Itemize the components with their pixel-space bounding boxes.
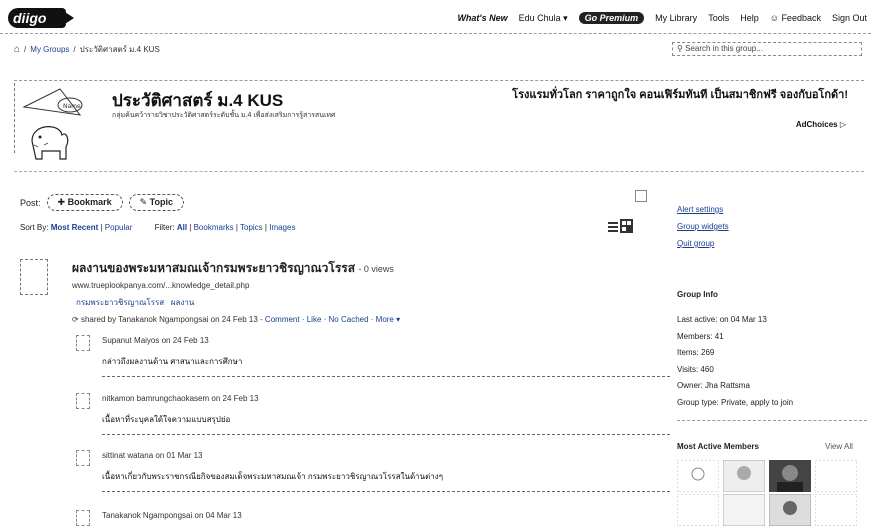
info-last-active: Last active: on 04 Mar 13 [677,315,767,324]
comment: Tanakanok Ngampongsai on 04 Mar 13 [72,510,670,526]
filter-images[interactable]: Images [269,223,295,232]
avatar[interactable] [677,494,719,526]
ad-text[interactable]: โรงแรมทั่วโลก ราคาถูกใจ คอนเฟิร์มทันที เ… [512,85,848,103]
item-thumbnail[interactable] [20,259,48,295]
info-group-type: Group type: Private, apply to join [677,397,794,407]
tag-link[interactable]: กรมพระยาวชิรญาณโรรส [76,298,164,307]
comment: sittinat watana on 01 Mar 13 เนื้อหาเกี่… [72,450,670,496]
sort-filter-bar: Sort By: Most Recent | Popular Filter: A… [20,223,296,232]
avatar[interactable] [677,460,719,492]
topic-icon: ✎ [139,197,148,207]
nav-tools[interactable]: Tools [708,13,729,23]
home-icon[interactable]: ⌂ [14,44,20,55]
post-bookmark-button[interactable]: ✚ Bookmark [46,194,123,211]
nav-help[interactable]: Help [740,13,759,23]
view-mode-icons[interactable] [607,218,635,234]
alert-settings-link[interactable]: Alert settings [677,205,867,214]
item-tags: กรมพระยาวชิรญาณโรรส ผลงาน [76,296,194,309]
ad-choices-link[interactable]: AdChoices ▷ [796,120,846,129]
avatar[interactable] [723,494,765,526]
comment-text: เนื้อหาที่ระบุคลใด้ใจความแบบสรุปย่อ [102,415,231,424]
info-visits: Visits: 460 [677,364,714,374]
most-active-heading: Most Active Members [677,442,759,451]
comment-author: Tanakanok Ngampongsai on 04 Mar 13 [102,511,242,520]
list-view-icon [608,222,618,232]
avatar[interactable] [76,335,90,351]
avatar[interactable] [815,460,857,492]
info-owner: Owner: Jha Rattsma [677,381,750,390]
tag-link[interactable]: ผลงาน [171,298,194,307]
group-logo-image: Name [22,88,83,160]
item-title[interactable]: ผลงานของพระมหาสมณเจ้ากรมพระยาวชิรญาณวโรร… [72,259,394,278]
group-description: กลุ่มค้นคว้ารายวิชาประวัติศาสตร์ระดับชั้… [112,112,336,119]
nav-sign-out[interactable]: Sign Out [832,13,867,23]
more-menu[interactable]: More ▾ [376,315,400,324]
like-link[interactable]: Like [307,315,322,324]
avatar[interactable] [815,494,857,526]
nav-feedback[interactable]: ☺ Feedback [770,13,821,23]
avatar[interactable] [723,460,765,492]
breadcrumb-current-group: ประวัติศาสตร์ ม.4 KUS [79,45,160,54]
comment: Supanut Maiyos on 24 Feb 13 กล่าวถึงผลงา… [72,335,670,381]
nav-my-library[interactable]: My Library [655,13,697,23]
members-grid [677,460,867,526]
post-topic-button[interactable]: ✎ Topic [128,194,184,211]
avatar[interactable] [769,460,811,492]
filter-topics[interactable]: Topics [240,223,263,232]
search-icon: ⚲ [677,44,683,53]
ad-choices-icon: ▷ [839,120,846,129]
nav-whats-new[interactable]: What's New [457,13,507,23]
info-members: Members: 41 [677,331,724,341]
comment-link[interactable]: Comment [265,315,300,324]
breadcrumb-my-groups[interactable]: My Groups [30,45,69,54]
feedback-icon: ☺ [769,13,779,23]
avatar[interactable] [769,494,811,526]
svg-text:Name: Name [63,103,81,110]
sort-most-recent[interactable]: Most Recent [51,223,99,232]
rss-icon[interactable] [635,190,647,202]
top-bar: diigo What's New Edu Chula ▾ Go Premium … [0,0,871,34]
grid-view-icon [620,219,633,233]
bookmark-icon: ✚ [57,197,66,207]
item-url[interactable]: www.trueplookpanya.com/...knowledge_deta… [72,281,249,290]
filter-all[interactable]: All [177,223,187,232]
avatar[interactable] [76,450,90,466]
quit-group-link[interactable]: Quit group [677,239,867,248]
group-info-heading: Group Info [677,290,718,299]
top-nav: What's New Edu Chula ▾ Go Premium My Lib… [457,12,867,24]
item-share-info: ⟳ shared by Tanakanok Ngampongsai on 24 … [72,315,401,324]
sort-popular[interactable]: Popular [105,223,133,232]
post-toolbar: Post: ✚ Bookmark ✎ Topic [20,194,184,211]
diigo-logo[interactable]: diigo [8,8,74,28]
info-items: Items: 269 [677,348,715,357]
group-search-input[interactable]: ⚲ Search in this group... [672,42,862,56]
share-icon: ⟳ [72,315,79,324]
comment-author: nitkamon bamrungchaokasem on 24 Feb 13 [102,394,259,403]
filter-bookmarks[interactable]: Bookmarks [194,223,234,232]
group-banner: Name ประวัติศาสตร์ ม.4 KUS กลุ่มค้นคว้าร… [14,80,864,172]
view-all-members-link[interactable]: View All [825,442,853,451]
comment: nitkamon bamrungchaokasem on 24 Feb 13 เ… [72,393,670,439]
comment-author: Supanut Maiyos on 24 Feb 13 [102,336,209,345]
group-widgets-link[interactable]: Group widgets [677,222,867,231]
breadcrumb: ⌂ / My Groups / ประวัติศาสตร์ ม.4 KUS [14,44,160,55]
nav-edu-chula[interactable]: Edu Chula ▾ [519,13,568,24]
avatar[interactable] [76,510,90,526]
avatar[interactable] [76,393,90,409]
comment-text: เนื้อหาเกี่ยวกับพระราชกรณียกิจของสมเด็จพ… [102,472,443,481]
group-sidebar: Alert settings Group widgets Quit group [677,205,867,256]
comment-text: กล่าวถึงผลงานด้าน ศาสนาและการศึกษา [102,357,243,366]
group-info: Last active: on 04 Mar 13 Members: 41 It… [677,312,793,411]
comment-author: sittinat watana on 01 Mar 13 [102,451,203,460]
nav-go-premium[interactable]: Go Premium [578,12,645,24]
cached-link[interactable]: No Cached [329,315,369,324]
